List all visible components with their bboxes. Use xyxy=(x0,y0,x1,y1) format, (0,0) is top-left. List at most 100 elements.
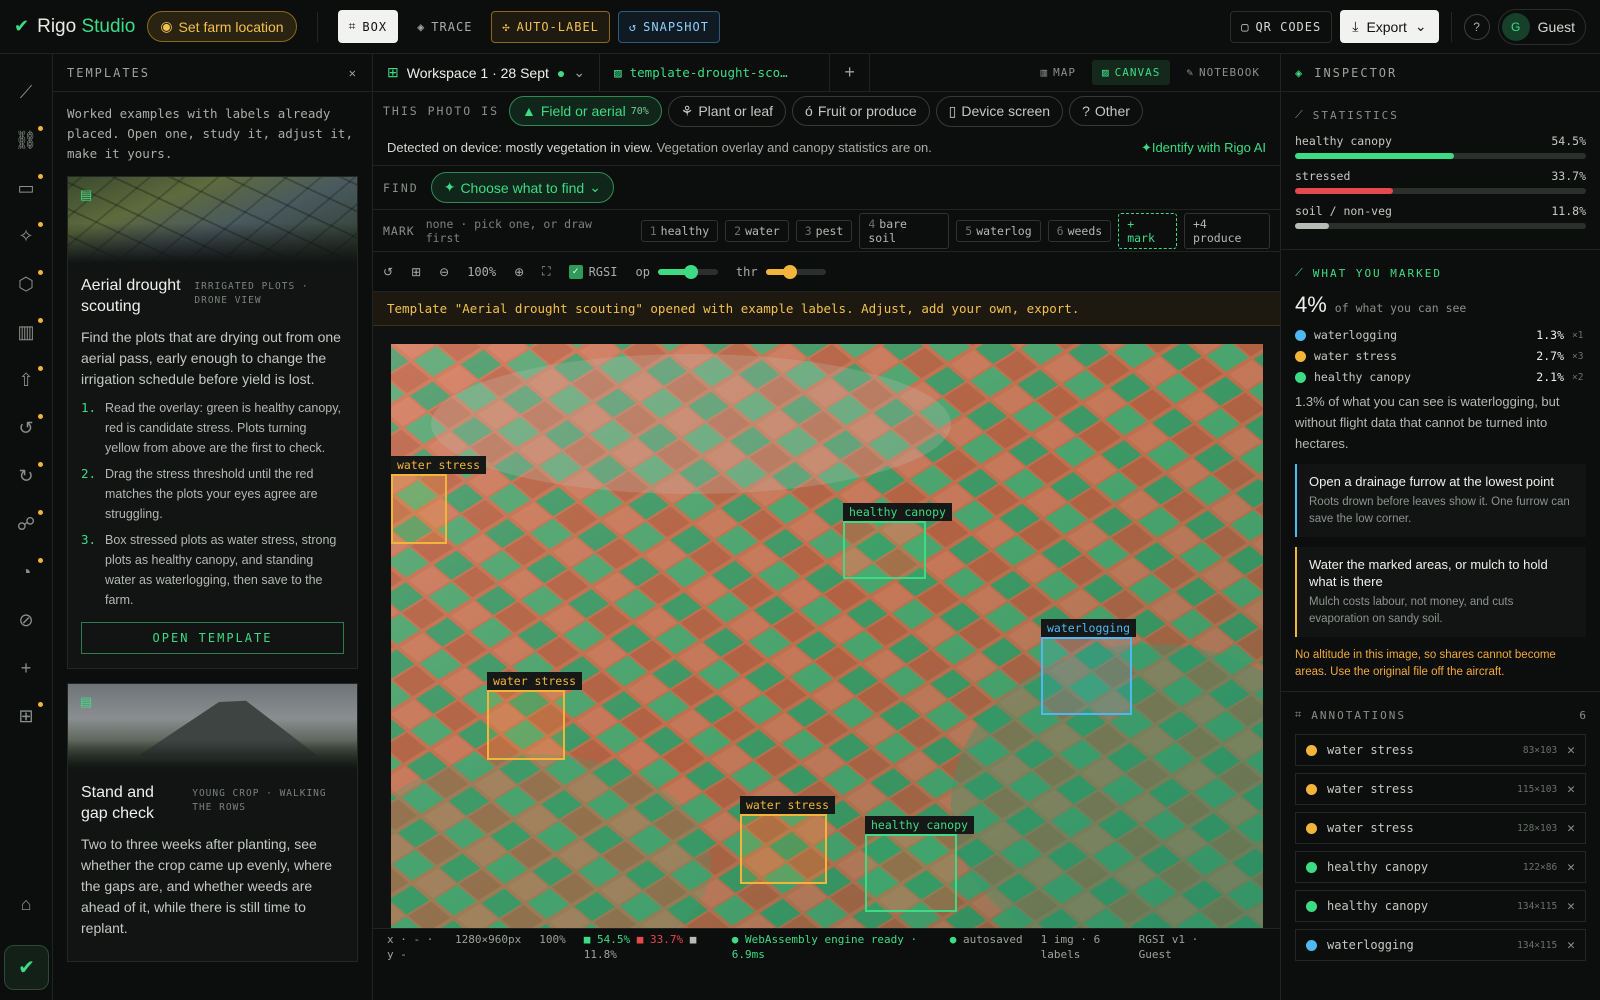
more-produce-button[interactable]: +4 produce xyxy=(1184,212,1271,249)
annotation-box-water-stress[interactable]: water stress xyxy=(391,456,487,544)
threshold-slider[interactable] xyxy=(765,264,826,279)
zoom-out-icon[interactable]: ⊖ xyxy=(439,265,449,279)
advice-body: Mulch costs labour, not money, and cuts … xyxy=(1309,596,1514,625)
view-label: CANVAS xyxy=(1114,66,1161,79)
annotation-box-water-stress[interactable]: water stress xyxy=(487,672,583,760)
advice-card[interactable]: Open a drainage furrow at the lowest poi… xyxy=(1295,464,1586,537)
chart-icon[interactable]: ⟋ xyxy=(0,68,53,116)
leaf-icon[interactable]: ⬡ xyxy=(0,260,53,308)
book-icon[interactable]: ▥ xyxy=(0,308,53,356)
brand-badge-icon[interactable]: ✔ xyxy=(4,945,49,990)
template-card[interactable]: ▤ Aerial drought scouting IRRIGATED PLOTS… xyxy=(67,176,358,669)
mark-pest[interactable]: 3 pest xyxy=(795,219,853,242)
annotation-row[interactable]: water stress 128×103 ✕ xyxy=(1295,812,1586,844)
aerial-photo[interactable]: water stress healthy canopy waterlogging… xyxy=(391,344,1263,958)
close-icon[interactable]: ✕ xyxy=(1567,938,1575,953)
stat-bar xyxy=(1295,153,1586,159)
fit-screen-icon[interactable]: ⛶ xyxy=(542,264,550,279)
mark-weeds[interactable]: 6 weeds xyxy=(1047,219,1112,242)
annotation-box-healthy-canopy[interactable]: healthy canopy xyxy=(865,816,974,912)
choose-what-to-find-button[interactable]: ✦ Choose what to find ⌄ xyxy=(430,172,614,203)
annotation-box-healthy-canopy[interactable]: healthy canopy xyxy=(843,503,952,579)
close-icon[interactable]: ✕ xyxy=(349,66,358,80)
upload-icon[interactable]: ⇧ xyxy=(0,356,53,404)
snapshot-button[interactable]: ↺ SNAPSHOT xyxy=(617,10,720,43)
home-icon[interactable]: ⌂ xyxy=(0,880,53,928)
view-notebook-button[interactable]: ✎ NOTEBOOK xyxy=(1176,60,1270,85)
annotation-size: 122×86 xyxy=(1522,861,1558,873)
auto-label-button[interactable]: ✣ AUTO-LABEL xyxy=(491,10,610,43)
mark-text: waterlog xyxy=(976,223,1032,238)
qr-codes-button[interactable]: ▢ QR CODES xyxy=(1230,10,1333,43)
export-button[interactable]: ⤓ Export ⌄ xyxy=(1340,10,1439,43)
box-tool-button[interactable]: ⌗ BOX xyxy=(337,10,399,43)
mark-hint: none · pick one, or draw first xyxy=(425,216,592,245)
annotation-row[interactable]: healthy canopy 122×86 ✕ xyxy=(1295,851,1586,883)
template-card[interactable]: ▤ Stand and gap check YOUNG CROP · WALKIN… xyxy=(67,683,358,962)
undo-icon[interactable]: ↺ xyxy=(383,265,393,279)
history-icon[interactable]: ↺ xyxy=(0,404,53,452)
close-icon[interactable]: ✕ xyxy=(1567,860,1575,875)
plus-icon[interactable]: + xyxy=(0,644,53,692)
avatar: G xyxy=(1501,12,1530,41)
chip-plant-or-leaf[interactable]: ⚘ Plant or leaf xyxy=(667,95,787,127)
chip-other[interactable]: ? Other xyxy=(1069,96,1143,126)
stat-name: soil / non-veg xyxy=(1295,204,1392,218)
app-logo[interactable]: ✔ Rigo Studio xyxy=(14,16,135,38)
annotation-row[interactable]: healthy canopy 134×115 ✕ xyxy=(1295,890,1586,922)
tab-template-file[interactable]: ▨ template-drought-sco… xyxy=(600,53,831,92)
chip-label: Device screen xyxy=(961,103,1051,119)
statistics-section: ⟋ STATISTICS healthy canopy 54.5% stressed… xyxy=(1281,92,1600,250)
canvas-area[interactable]: water stress healthy canopy waterlogging… xyxy=(373,326,1280,961)
help-icon[interactable]: ? xyxy=(1463,13,1490,40)
people-icon[interactable]: ☍ xyxy=(0,500,53,548)
annotation-box-water-stress[interactable]: water stress xyxy=(740,796,836,884)
box-label: water stress xyxy=(391,456,487,474)
stat-value: 33.7% xyxy=(1551,169,1586,183)
trace-tool-button[interactable]: ◈ TRACE xyxy=(406,11,483,43)
grid-icon[interactable]: ⊞ xyxy=(411,265,421,279)
mark-bare-soil[interactable]: 4 bare soil xyxy=(859,212,950,249)
gauge-icon[interactable]: ◔ xyxy=(0,548,53,596)
close-icon[interactable]: ✕ xyxy=(1567,782,1575,797)
close-icon[interactable]: ✕ xyxy=(1567,743,1575,758)
mark-waterlog[interactable]: 5 waterlog xyxy=(956,219,1041,242)
rgsi-checkbox[interactable]: ✓ xyxy=(568,264,583,279)
marked-value: 2.1% xyxy=(1536,370,1564,384)
set-farm-location-button[interactable]: ◉ Set farm location xyxy=(147,11,297,42)
view-canvas-button[interactable]: ▨ CANVAS xyxy=(1092,60,1171,85)
compass-icon[interactable]: ⊘ xyxy=(0,596,53,644)
grid-icon[interactable]: ⊞ xyxy=(0,692,53,740)
tab-workspace[interactable]: ⊞ Workspace 1 · 28 Sept ● ⌄ xyxy=(373,53,601,92)
link-icon[interactable]: ⛓ xyxy=(0,116,53,164)
advice-card[interactable]: Water the marked areas, or mulch to hold… xyxy=(1295,547,1586,637)
mark-healthy[interactable]: 1 healthy xyxy=(640,219,719,242)
mark-water[interactable]: 2 water xyxy=(725,219,789,242)
step-text: Drag the stress threshold until the red … xyxy=(105,467,318,521)
advice-title: Water the marked areas, or mulch to hold… xyxy=(1309,557,1548,589)
annotation-row[interactable]: water stress 115×103 ✕ xyxy=(1295,773,1586,805)
add-tab-button[interactable]: + xyxy=(830,53,871,92)
status-bar: x · - · y - 1280×960px 100% ■ 54.5% ■ 33… xyxy=(373,928,1280,961)
annotation-box-waterlogging[interactable]: waterlogging xyxy=(1041,619,1137,715)
chip-device-screen[interactable]: ▯ Device screen xyxy=(935,95,1064,127)
zoom-in-icon[interactable]: ⊕ xyxy=(514,265,524,279)
sparkle-icon[interactable]: ✧ xyxy=(0,212,53,260)
identify-ai-link[interactable]: ✦Identify with Rigo AI xyxy=(1141,140,1266,156)
tab-bar: ⊞ Workspace 1 · 28 Sept ● ⌄ ▨ template-droug… xyxy=(373,53,1280,92)
folder-icon[interactable]: ▭ xyxy=(0,164,53,212)
device-icon: ▯ xyxy=(948,102,957,119)
view-map-button[interactable]: ▥ MAP xyxy=(1031,60,1087,85)
history-alt-icon[interactable]: ↻ xyxy=(0,452,53,500)
annotation-row[interactable]: water stress 83×103 ✕ xyxy=(1295,734,1586,766)
annotation-row[interactable]: waterlogging 134×115 ✕ xyxy=(1295,929,1586,961)
user-menu[interactable]: G Guest xyxy=(1497,8,1586,45)
add-mark-button[interactable]: + mark xyxy=(1118,212,1177,249)
chip-field-or-aerial[interactable]: ▲ Field or aerial 70% xyxy=(509,96,662,126)
chip-fruit-or-produce[interactable]: ó Fruit or produce xyxy=(792,96,930,126)
shortcut-key: 6 xyxy=(1056,223,1064,238)
open-template-button[interactable]: OPEN TEMPLATE xyxy=(81,622,344,654)
close-icon[interactable]: ✕ xyxy=(1567,899,1575,914)
close-icon[interactable]: ✕ xyxy=(1567,821,1575,836)
opacity-slider[interactable] xyxy=(657,264,718,279)
